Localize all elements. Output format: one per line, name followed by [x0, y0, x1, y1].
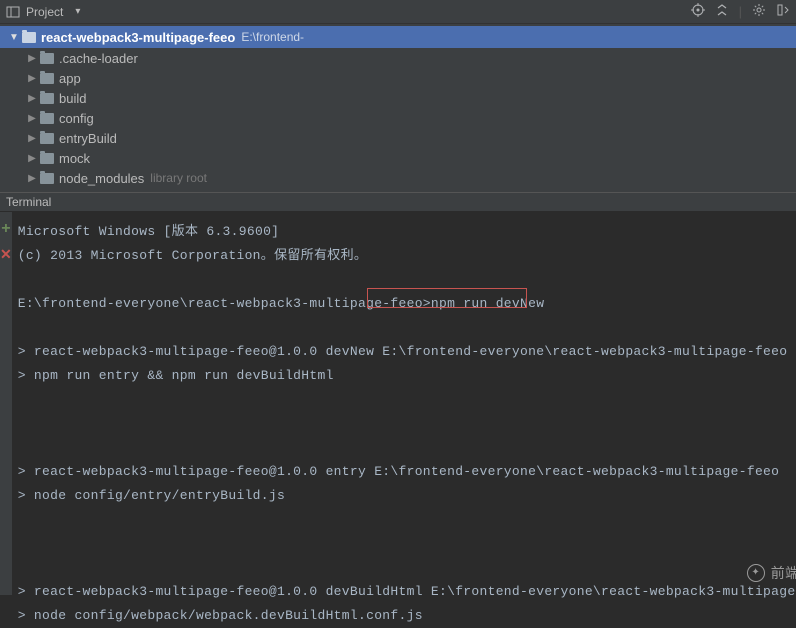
tree-item[interactable]: ▶ mock — [0, 148, 796, 168]
folder-icon — [40, 113, 54, 124]
terminal-line: > react-webpack3-multipage-feeo@1.0.0 de… — [18, 340, 796, 364]
tree-item[interactable]: ▶ node_modules library root — [0, 168, 796, 188]
project-view-dropdown[interactable]: ▾ — [75, 6, 80, 17]
tree-item[interactable]: ▶ config — [0, 108, 796, 128]
close-terminal-icon[interactable]: ✕ — [0, 246, 12, 263]
terminal-line: (c) 2013 Microsoft Corporation。保留所有权利。 — [18, 244, 796, 268]
hide-panel-icon[interactable] — [776, 3, 790, 20]
terminal-tab-label: Terminal — [6, 195, 51, 209]
project-tree[interactable]: ▼ react-webpack3-multipage-feeo E:\front… — [0, 24, 796, 192]
folder-icon — [40, 53, 54, 64]
terminal-line: > node config/entry/entryBuild.js — [18, 484, 796, 508]
expand-arrow-icon[interactable]: ▶ — [26, 53, 38, 64]
terminal-body: + ✕ Microsoft Windows [版本 6.3.9600](c) 2… — [0, 212, 796, 595]
tree-item[interactable]: ▶ entryBuild — [0, 128, 796, 148]
tree-item-label: .cache-loader — [59, 51, 138, 66]
terminal-line — [18, 532, 796, 556]
folder-icon — [40, 93, 54, 104]
tree-item[interactable]: ▶ .cache-loader — [0, 48, 796, 68]
folder-icon — [40, 173, 54, 184]
terminal-line: E:\frontend-everyone\react-webpack3-mult… — [18, 292, 796, 316]
folder-icon — [40, 73, 54, 84]
add-terminal-icon[interactable]: + — [1, 220, 10, 238]
terminal-content[interactable]: Microsoft Windows [版本 6.3.9600](c) 2013 … — [12, 212, 796, 595]
watermark: ✦ 前端人人 — [747, 561, 796, 585]
terminal-line — [18, 556, 796, 580]
terminal-line — [18, 412, 796, 436]
terminal-line — [18, 508, 796, 532]
tree-root-path: E:\frontend- — [241, 30, 304, 44]
expand-arrow-icon[interactable]: ▶ — [26, 113, 38, 124]
tree-item-label: node_modules — [59, 171, 144, 186]
toolbar-right: | — [691, 3, 790, 20]
expand-arrow-icon[interactable]: ▼ — [8, 32, 20, 43]
expand-arrow-icon[interactable]: ▶ — [26, 73, 38, 84]
terminal-line: > node config/webpack/webpack.devBuildHt… — [18, 604, 796, 628]
expand-arrow-icon[interactable]: ▶ — [26, 133, 38, 144]
tree-item-annotation: library root — [150, 171, 207, 185]
divider: | — [739, 4, 742, 19]
project-panel-label[interactable]: Project — [26, 5, 63, 19]
terminal-line: > react-webpack3-multipage-feeo@1.0.0 de… — [18, 580, 796, 604]
project-panel-icon — [6, 5, 20, 19]
terminal-line — [18, 316, 796, 340]
terminal-line — [18, 388, 796, 412]
locate-icon[interactable] — [691, 3, 705, 20]
tree-root-name: react-webpack3-multipage-feeo — [41, 30, 235, 45]
expand-arrow-icon[interactable]: ▶ — [26, 153, 38, 164]
settings-gear-icon[interactable] — [752, 3, 766, 20]
project-toolbar: Project ▾ | — [0, 0, 796, 24]
expand-arrow-icon[interactable]: ▶ — [26, 173, 38, 184]
folder-icon — [40, 133, 54, 144]
tree-item[interactable]: ▶ app — [0, 68, 796, 88]
tree-item-label: build — [59, 91, 86, 106]
terminal-line — [18, 436, 796, 460]
terminal-gutter: + ✕ — [0, 212, 12, 595]
terminal-line — [18, 268, 796, 292]
terminal-line: > npm run entry && npm run devBuildHtml — [18, 364, 796, 388]
tree-item-label: mock — [59, 151, 90, 166]
tree-item[interactable]: ▶ build — [0, 88, 796, 108]
wechat-icon: ✦ — [747, 564, 765, 582]
tree-item-label: app — [59, 71, 81, 86]
toolbar-left: Project ▾ — [6, 5, 80, 19]
folder-icon — [22, 32, 36, 43]
collapse-all-icon[interactable] — [715, 3, 729, 20]
tree-item-label: entryBuild — [59, 131, 117, 146]
terminal-line: Microsoft Windows [版本 6.3.9600] — [18, 220, 796, 244]
expand-arrow-icon[interactable]: ▶ — [26, 93, 38, 104]
watermark-text: 前端人人 — [771, 561, 796, 585]
folder-icon — [40, 153, 54, 164]
tree-item-label: config — [59, 111, 94, 126]
terminal-line: > react-webpack3-multipage-feeo@1.0.0 en… — [18, 460, 796, 484]
tree-root[interactable]: ▼ react-webpack3-multipage-feeo E:\front… — [0, 26, 796, 48]
terminal-header[interactable]: Terminal — [0, 192, 796, 212]
